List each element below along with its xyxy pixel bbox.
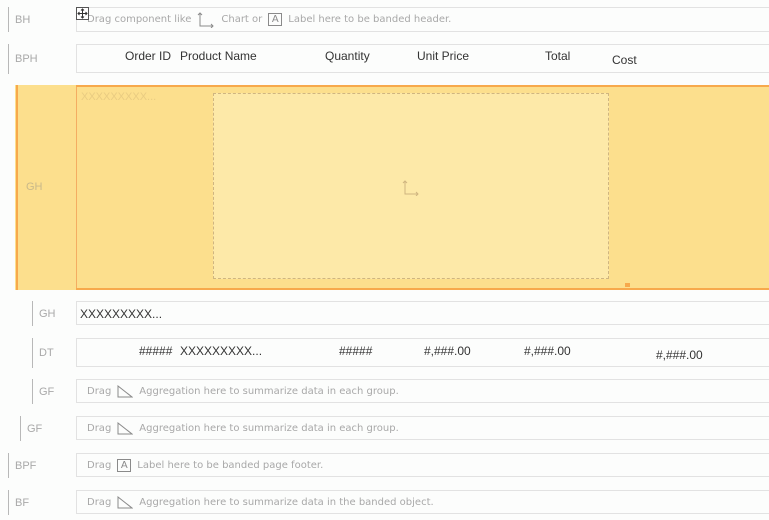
band-label-gh-selected: GH — [26, 181, 43, 193]
band-header-hint: Drag component like Chart or A Label her… — [87, 8, 451, 31]
band-page-header[interactable]: Order ID Product Name Quantity Unit Pric… — [76, 44, 769, 73]
chart-axis-icon — [197, 11, 215, 28]
column-header-quantity[interactable]: Quantity — [325, 49, 370, 63]
band-label-dt: DT — [32, 338, 54, 368]
selection-indicator — [16, 85, 18, 290]
column-header-cost[interactable]: Cost — [612, 53, 637, 67]
hint-text: Aggregation here to summarize data in ea… — [139, 422, 399, 434]
hint-text: Drag — [87, 385, 112, 397]
band-label-text: BPF — [15, 459, 37, 472]
cell-product-name[interactable]: XXXXXXXXX... — [180, 344, 262, 358]
group-field-placeholder[interactable]: XXXXXXXXX... — [81, 91, 156, 103]
band-footer-hint: Drag Aggregation here to summarize data … — [87, 491, 434, 513]
band-label-text: GF — [27, 422, 43, 435]
cell-total[interactable]: #,###.00 — [524, 344, 571, 358]
band-label-text: BPH — [15, 53, 38, 65]
detail-band[interactable]: ##### XXXXXXXXX... ##### #,###.00 #,###.… — [76, 338, 769, 367]
chart-placeholder[interactable] — [213, 93, 609, 279]
chart-axis-icon — [402, 180, 420, 199]
band-label-gh: GH — [32, 301, 56, 326]
hint-text: Aggregation here to summarize data in th… — [139, 496, 434, 508]
cell-unit-price[interactable]: #,###.00 — [424, 344, 471, 358]
hint-text: Drag component like — [87, 14, 192, 25]
label-a-icon: A — [117, 458, 132, 472]
move-handle-icon[interactable] — [76, 7, 89, 20]
cell-order-id[interactable]: ##### — [139, 344, 172, 358]
band-label-bpf: BPF — [8, 453, 36, 478]
column-header-order-id[interactable]: Order ID — [125, 49, 171, 63]
band-label-bh: BH — [8, 7, 30, 32]
hint-text: Drag — [87, 422, 112, 434]
band-page-footer[interactable]: Drag A Label here to be banded page foot… — [76, 453, 769, 477]
band-label-gf-inner: GF — [32, 379, 54, 404]
hint-text: Label here to be banded page footer. — [137, 459, 324, 471]
label-a-icon: A — [268, 13, 283, 26]
aggregation-icon — [117, 421, 134, 435]
band-label-bph: BPH — [8, 44, 38, 74]
group-field[interactable]: XXXXXXXXX... — [80, 307, 162, 321]
column-header-total[interactable]: Total — [545, 49, 570, 63]
selection-border-bottom — [76, 288, 769, 290]
band-header[interactable]: Drag component like Chart or A Label her… — [76, 7, 769, 32]
hint-text: Drag — [87, 459, 112, 471]
group-header[interactable]: XXXXXXXXX... — [76, 301, 769, 325]
band-footer[interactable]: Drag Aggregation here to summarize data … — [76, 490, 769, 514]
group-footer-inner[interactable]: Drag Aggregation here to summarize data … — [76, 379, 769, 403]
group-footer-hint: Drag Aggregation here to summarize data … — [87, 380, 399, 402]
band-label-text: DT — [39, 347, 54, 359]
band-label-bf: BF — [8, 490, 29, 515]
group-footer-hint: Drag Aggregation here to summarize data … — [87, 417, 399, 439]
band-label-text: GF — [39, 385, 55, 398]
resize-handle[interactable] — [625, 283, 630, 287]
hint-text: Chart or — [221, 14, 263, 25]
band-label-text: BF — [15, 496, 30, 509]
aggregation-icon — [117, 384, 134, 398]
group-footer-outer[interactable]: Drag Aggregation here to summarize data … — [76, 416, 769, 440]
hint-text: Label here to be banded header. — [288, 14, 452, 25]
column-header-product-name[interactable]: Product Name — [180, 49, 257, 63]
hint-text: Aggregation here to summarize data in ea… — [139, 385, 399, 397]
hint-text: Drag — [87, 496, 112, 508]
group-header-selected[interactable]: GH XXXXXXXXX... — [15, 85, 769, 290]
cell-cost[interactable]: #,###.00 — [656, 348, 703, 362]
page-footer-hint: Drag A Label here to be banded page foot… — [87, 454, 323, 476]
band-label-text: BH — [15, 13, 31, 26]
selection-border-top — [76, 85, 769, 87]
band-label-gf-outer: GF — [20, 416, 42, 441]
band-label-text: GH — [39, 307, 56, 320]
column-header-unit-price[interactable]: Unit Price — [417, 49, 469, 63]
cell-quantity[interactable]: ##### — [339, 344, 372, 358]
aggregation-icon — [117, 495, 134, 509]
group-header-content[interactable]: XXXXXXXXX... — [76, 86, 769, 290]
